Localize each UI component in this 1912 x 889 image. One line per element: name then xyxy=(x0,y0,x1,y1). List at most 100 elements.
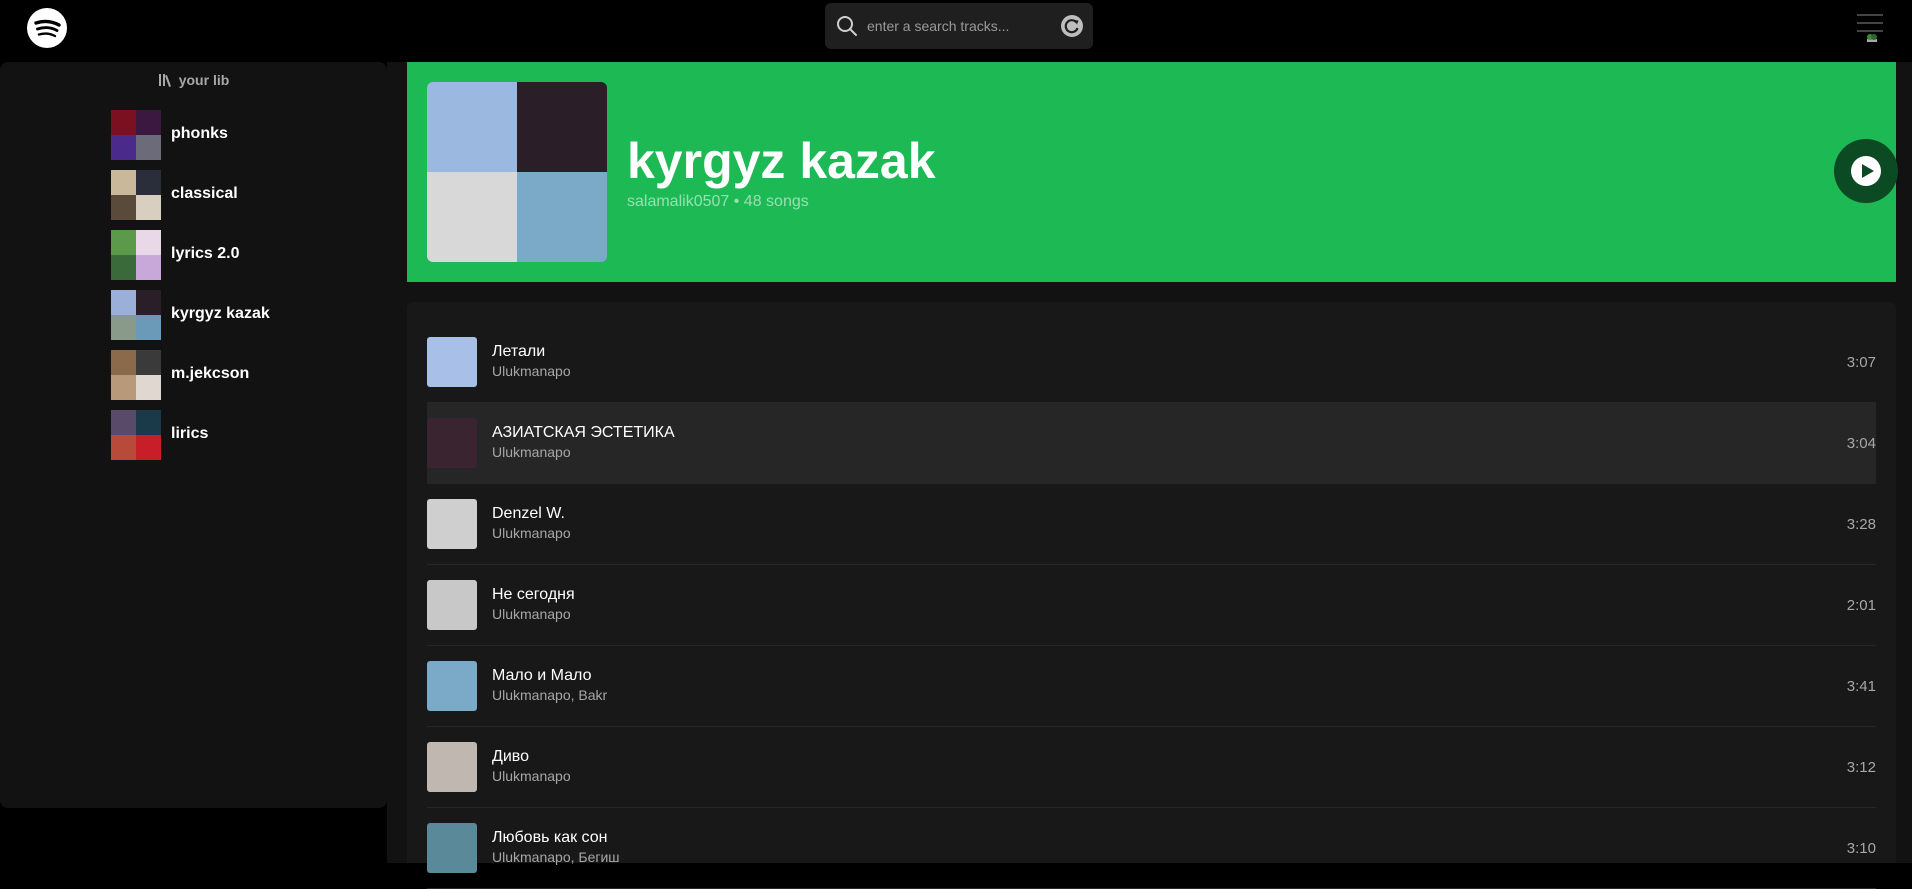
track-row[interactable]: Denzel W. Ulukmanapo 3:28 xyxy=(427,484,1876,565)
playlist-thumbnail xyxy=(111,230,161,280)
sidebar-playlist-label: phonks xyxy=(171,125,228,142)
track-artist: Ulukmanapo xyxy=(492,525,571,541)
track-duration: 3:04 xyxy=(1846,435,1876,452)
thumbnail-tile xyxy=(111,170,136,195)
thumbnail-tile xyxy=(111,410,136,435)
thumbnail-tile xyxy=(136,435,161,460)
refresh-icon[interactable] xyxy=(1061,15,1083,37)
track-duration: 3:41 xyxy=(1846,678,1876,695)
library-header[interactable]: your lib xyxy=(0,72,387,90)
main-content: kyrgyz kazak salamalik0507 • 48 songs Ле… xyxy=(387,62,1912,889)
library-sidebar: your lib phonks classical lyrics 2.0 kyrgyz… xyxy=(0,62,387,808)
thumbnail-tile xyxy=(136,315,161,340)
thumbnail-tile xyxy=(111,255,136,280)
track-row[interactable]: Летали Ulukmanapo 3:07 xyxy=(427,322,1876,403)
thumbnail-tile xyxy=(111,195,136,220)
track-title: Диво xyxy=(492,748,529,765)
thumbnail-tile xyxy=(136,230,161,255)
sidebar-playlist-item[interactable]: classical xyxy=(111,170,371,222)
track-thumbnail xyxy=(427,337,477,387)
track-thumbnail xyxy=(427,823,477,873)
track-title: АЗИАТСКАЯ ЭСТЕТИКА xyxy=(492,424,675,441)
track-artist: Ulukmanapo xyxy=(492,363,571,379)
track-row[interactable]: АЗИАТСКАЯ ЭСТЕТИКА Ulukmanapo 3:04 xyxy=(427,403,1876,484)
library-title: your lib xyxy=(178,72,230,88)
thumbnail-image xyxy=(427,580,477,630)
thumbnail-image xyxy=(427,499,477,549)
track-artist: Ulukmanapo xyxy=(492,768,571,784)
thumbnail-tile xyxy=(136,170,161,195)
thumbnail-image xyxy=(427,337,477,387)
cover-tile xyxy=(427,82,517,172)
thumbnail-tile xyxy=(111,315,136,340)
spotify-logo-icon[interactable] xyxy=(27,8,67,48)
sidebar-playlist-item[interactable]: lirics xyxy=(111,410,371,462)
thumbnail-tile xyxy=(111,135,136,160)
track-title: Не сегодня xyxy=(492,586,575,603)
playlist-owner[interactable]: salamalik0507 xyxy=(627,193,729,210)
cover-tile xyxy=(427,172,517,262)
track-row[interactable]: Мало и Мало Ulukmanapo, Bakr 3:41 xyxy=(427,646,1876,727)
thumbnail-image xyxy=(427,823,477,873)
thumbnail-image xyxy=(427,742,477,792)
menu-bar xyxy=(1857,22,1883,24)
playlist-thumbnail xyxy=(111,350,161,400)
avatar xyxy=(1867,34,1877,42)
search-input[interactable] xyxy=(867,15,1047,37)
sidebar-playlist-label: m.jekcson xyxy=(171,365,250,382)
sidebar-playlist-label: classical xyxy=(171,185,238,202)
track-thumbnail xyxy=(427,580,477,630)
thumbnail-tile xyxy=(111,375,136,400)
thumbnail-image xyxy=(427,661,477,711)
play-icon xyxy=(1851,156,1881,186)
playlist-header: kyrgyz kazak salamalik0507 • 48 songs xyxy=(407,62,1898,282)
thumbnail-tile xyxy=(136,135,161,160)
thumbnail-tile xyxy=(111,110,136,135)
cover-tile xyxy=(517,172,607,262)
playlist-thumbnail xyxy=(111,290,161,340)
sidebar-playlist-item[interactable]: phonks xyxy=(111,110,371,162)
track-title: Мало и Мало xyxy=(492,667,592,684)
playlist-cover xyxy=(427,82,607,262)
playlist-thumbnail xyxy=(111,110,161,160)
thumbnail-tile xyxy=(136,255,161,280)
track-artist: Ulukmanapo xyxy=(492,606,571,622)
track-duration: 3:28 xyxy=(1846,516,1876,533)
playlist-meta: salamalik0507 • 48 songs xyxy=(627,193,809,211)
track-row[interactable]: Не сегодня Ulukmanapo 2:01 xyxy=(427,565,1876,646)
play-button[interactable] xyxy=(1834,139,1898,203)
menu-icon[interactable] xyxy=(1855,14,1885,46)
thumbnail-tile xyxy=(136,375,161,400)
track-duration: 3:12 xyxy=(1846,759,1876,776)
cover-tile xyxy=(517,82,607,172)
thumbnail-tile xyxy=(136,290,161,315)
thumbnail-tile xyxy=(136,350,161,375)
sidebar-playlist-label: kyrgyz kazak xyxy=(171,305,270,322)
top-bar xyxy=(0,0,1912,62)
thumbnail-tile xyxy=(111,350,136,375)
track-duration: 3:07 xyxy=(1846,354,1876,371)
sidebar-playlist-label: lirics xyxy=(171,425,209,442)
track-title: Denzel W. xyxy=(492,505,565,522)
search-icon xyxy=(836,15,858,42)
thumbnail-tile xyxy=(111,290,136,315)
meta-separator: • xyxy=(733,193,740,210)
thumbnail-tile xyxy=(111,230,136,255)
track-title: Летали xyxy=(492,343,546,360)
sidebar-playlist-label: lyrics 2.0 xyxy=(171,245,240,262)
track-list: Летали Ulukmanapo 3:07 АЗИАТСКАЯ ЭСТЕТИКА Ul… xyxy=(407,302,1896,889)
track-thumbnail xyxy=(427,661,477,711)
sidebar-playlist-item[interactable]: kyrgyz kazak xyxy=(111,290,371,342)
track-row[interactable]: Диво Ulukmanapo 3:12 xyxy=(427,727,1876,808)
menu-bar xyxy=(1857,14,1883,16)
sidebar-playlist-item[interactable]: m.jekcson xyxy=(111,350,371,402)
track-thumbnail xyxy=(427,742,477,792)
library-icon xyxy=(158,73,174,90)
thumbnail-image xyxy=(427,418,477,468)
track-row[interactable]: Любовь как сон Ulukmanapo, Бегиш 3:10 xyxy=(427,808,1876,889)
track-thumbnail xyxy=(427,499,477,549)
search-bar xyxy=(825,3,1093,49)
menu-bar xyxy=(1857,30,1883,32)
playlist-song-count: 48 songs xyxy=(743,193,809,210)
sidebar-playlist-item[interactable]: lyrics 2.0 xyxy=(111,230,371,282)
